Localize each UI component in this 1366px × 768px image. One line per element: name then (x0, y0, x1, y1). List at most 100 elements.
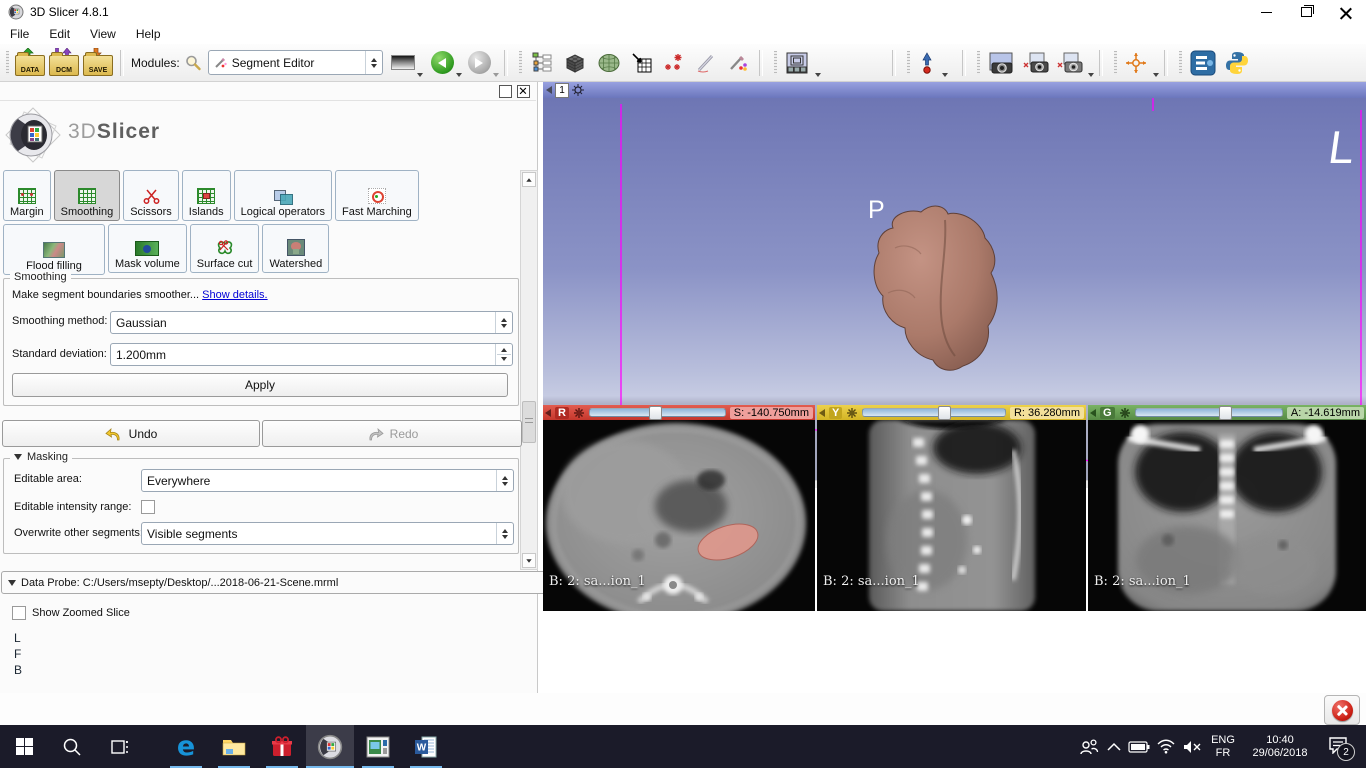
scroll-up-arrow[interactable] (522, 172, 536, 187)
effect-margin-button[interactable]: Margin (3, 170, 51, 221)
effect-logical-operators-button[interactable]: Logical operators (234, 170, 332, 221)
crop-volume-icon[interactable] (631, 52, 653, 74)
module-search-icon[interactable] (184, 54, 202, 72)
volume-rendering-icon[interactable] (597, 51, 621, 75)
error-close-button[interactable] (1324, 695, 1360, 725)
effect-fast-marching-button[interactable]: Fast Marching (335, 170, 419, 221)
dicom-button[interactable]: DCM (47, 47, 81, 79)
slice-visibility-icon[interactable] (846, 407, 858, 419)
task-view-button[interactable] (96, 725, 144, 768)
slice-view-red[interactable]: R S: -140.750mm (543, 405, 815, 611)
panel-scrollbar[interactable] (520, 170, 538, 570)
fiducials-icon[interactable] (663, 52, 685, 74)
start-button[interactable] (0, 725, 48, 768)
pin-icon[interactable] (545, 409, 551, 417)
slice-offset-slider[interactable] (589, 408, 726, 417)
effect-scissors-button[interactable]: Scissors (123, 170, 179, 221)
show-zoomed-slice-row[interactable]: Show Zoomed Slice (12, 606, 130, 620)
slice-visibility-icon[interactable] (573, 407, 585, 419)
panel-undock-icon[interactable] (495, 85, 512, 101)
word-taskbar-icon[interactable]: W (402, 725, 450, 768)
toolbar-grip[interactable] (6, 51, 9, 75)
forward-button[interactable] (468, 51, 491, 74)
language-indicator[interactable]: ENG FR (1208, 734, 1238, 760)
view-options-icon[interactable] (572, 84, 584, 96)
editable-area-combobox[interactable]: Everywhere (141, 469, 514, 492)
data-probe-header[interactable]: Data Probe: C:/Users/msepty/Desktop/...2… (1, 571, 549, 594)
slice-view-green[interactable]: G A: -14.619mm (1088, 405, 1366, 611)
effect-surface-cut-button[interactable]: Surface cut (190, 224, 260, 273)
stddev-spinbox[interactable]: 1.200mm (110, 343, 513, 366)
file-explorer-taskbar-icon[interactable] (210, 725, 258, 768)
slice-view-yellow[interactable]: Y R: 36.280mm (817, 405, 1086, 611)
menu-view[interactable]: View (80, 25, 126, 43)
show-details-link[interactable]: Show details. (202, 289, 267, 301)
scrollbar-thumb[interactable] (522, 401, 536, 443)
wifi-icon[interactable] (1156, 739, 1176, 754)
stddev-label: Standard deviation: (12, 348, 107, 360)
scroll-down-arrow[interactable] (522, 553, 536, 568)
axial-slice-image[interactable]: B: 2: sa...ion_1 (543, 420, 815, 611)
scene-view-restore-icon[interactable] (1056, 51, 1084, 75)
subject-hierarchy-icon[interactable] (531, 52, 553, 74)
scene-view-capture-icon[interactable] (1022, 51, 1050, 75)
panel-close-icon[interactable] (513, 85, 530, 101)
volume-muted-icon[interactable] (1182, 739, 1202, 755)
slice-offset-slider[interactable] (862, 408, 1006, 417)
clock[interactable]: 10:40 29/06/2018 (1244, 734, 1316, 760)
volumes-cube-icon[interactable] (563, 51, 587, 75)
view-number-badge: 1 (555, 83, 569, 98)
show-zoomed-slice-checkbox[interactable] (12, 606, 26, 620)
screenshot-icon[interactable] (988, 51, 1014, 75)
battery-icon[interactable] (1128, 740, 1150, 754)
menu-file[interactable]: File (0, 25, 39, 43)
crosshair-icon[interactable] (1124, 51, 1148, 75)
load-data-button[interactable]: DATA (13, 47, 47, 79)
python-icon[interactable] (1224, 50, 1250, 76)
apply-button[interactable]: Apply (12, 373, 508, 397)
effect-mask-volume-button[interactable]: Mask volume (108, 224, 187, 273)
restore-button[interactable] (1286, 1, 1326, 23)
masking-group-title[interactable]: Masking (10, 451, 72, 463)
redo-button[interactable]: Redo (262, 420, 522, 447)
extensions-manager-icon[interactable] (1190, 50, 1216, 76)
action-center-button[interactable]: 2 (1328, 736, 1348, 757)
save-button[interactable]: SAVE (81, 47, 115, 79)
annotations-icon[interactable] (727, 52, 749, 74)
menu-help[interactable]: Help (126, 25, 171, 43)
sagittal-slice-image[interactable]: B: 2: sa...ion_1 (817, 420, 1086, 611)
undo-button[interactable]: Undo (2, 420, 260, 447)
overwrite-combobox[interactable]: Visible segments (141, 522, 514, 545)
slice-visibility-icon[interactable] (1119, 407, 1131, 419)
ruler-icon[interactable] (695, 52, 717, 74)
pin-icon[interactable] (819, 409, 825, 417)
slice-offset-slider[interactable] (1135, 408, 1283, 417)
mouse-mode-icon[interactable] (917, 51, 937, 75)
image-app-taskbar-icon[interactable] (354, 725, 402, 768)
module-panel: 3DSlicer Margin Smoothing Scissors Islan… (0, 82, 538, 693)
taskbar-search-button[interactable] (48, 725, 96, 768)
smoothing-description: Make segment boundaries smoother... (12, 289, 199, 301)
intensity-range-checkbox[interactable] (141, 500, 155, 514)
back-button[interactable] (431, 51, 454, 74)
effect-smoothing-button[interactable]: Smoothing (54, 170, 121, 221)
layout-selector-icon[interactable] (784, 50, 810, 76)
effect-islands-button[interactable]: Islands (182, 170, 231, 221)
smoothing-group-title: Smoothing (10, 271, 71, 283)
menu-edit[interactable]: Edit (39, 25, 80, 43)
hidden-icons-chevron[interactable] (1106, 741, 1122, 753)
module-selector-combobox[interactable]: Segment Editor (208, 50, 383, 75)
slicer-taskbar-icon[interactable] (306, 725, 354, 768)
gift-app-taskbar-icon[interactable] (258, 725, 306, 768)
minimize-button[interactable] (1246, 1, 1286, 23)
module-history-icon[interactable] (391, 55, 415, 70)
close-button[interactable] (1326, 1, 1366, 23)
pin-icon[interactable] (546, 86, 552, 94)
edge-taskbar-icon[interactable]: e (162, 725, 210, 768)
coronal-slice-image[interactable]: B: 2: sa...ion_1 (1088, 420, 1366, 611)
effect-flood-filling-button[interactable]: Flood filling (3, 224, 105, 275)
smoothing-method-combobox[interactable]: Gaussian (110, 311, 513, 334)
pin-icon[interactable] (1090, 409, 1096, 417)
effect-watershed-button[interactable]: Watershed (262, 224, 329, 273)
people-icon[interactable] (1078, 737, 1100, 757)
